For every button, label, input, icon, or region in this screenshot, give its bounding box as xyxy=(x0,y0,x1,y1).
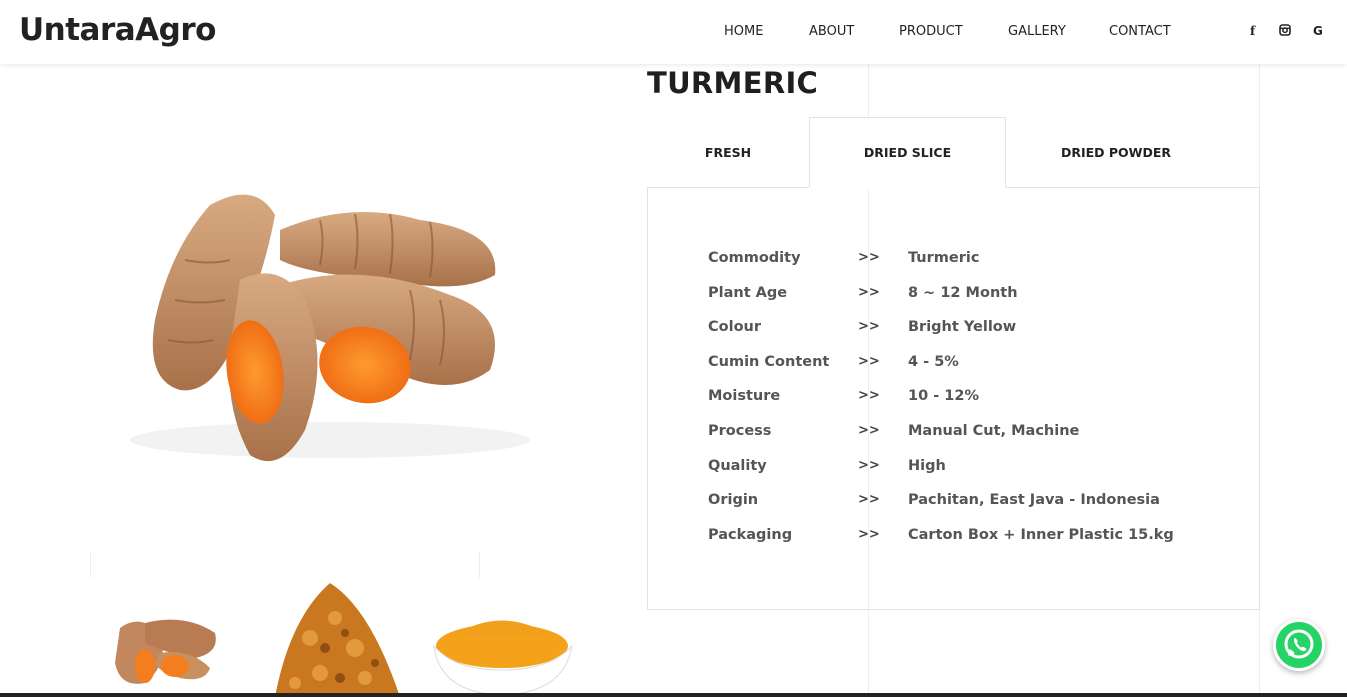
nav-about[interactable]: ABOUT xyxy=(809,24,854,39)
spec-label: Origin xyxy=(708,492,759,508)
spec-label: Packaging xyxy=(708,527,793,543)
image-divider xyxy=(479,552,480,578)
spec-separator: >> xyxy=(858,354,880,369)
tab-dried-powder[interactable]: DRIED POWDER xyxy=(1006,117,1226,188)
spec-value: Bright Yellow xyxy=(908,319,1017,335)
nav-product[interactable]: PRODUCT xyxy=(899,24,963,39)
footer-edge xyxy=(0,693,1347,697)
spec-label: Colour xyxy=(708,319,762,335)
spec-panel: Commodity >> Turmeric Plant Age >> 8 ~ 1… xyxy=(647,187,1260,610)
spec-separator: >> xyxy=(858,458,880,473)
tab-fresh[interactable]: FRESH xyxy=(647,117,809,188)
spec-label: Process xyxy=(708,423,772,439)
site-header: UntaraAgro HOME ABOUT PRODUCT GALLERY CO… xyxy=(0,0,1347,64)
spec-separator: >> xyxy=(858,423,880,438)
spec-label: Plant Age xyxy=(708,285,788,301)
google-icon[interactable]: G xyxy=(1313,24,1323,38)
spec-separator: >> xyxy=(858,527,880,542)
tab-dried-slice[interactable]: DRIED SLICE xyxy=(809,117,1006,188)
instagram-icon[interactable] xyxy=(1279,24,1291,39)
spec-value: Carton Box + Inner Plastic 15.kg xyxy=(908,527,1174,543)
spec-separator: >> xyxy=(858,285,880,300)
spec-separator: >> xyxy=(858,388,880,403)
product-title: TURMERIC xyxy=(647,66,819,100)
nav-contact[interactable]: CONTACT xyxy=(1109,24,1171,39)
thumbnail-dried-powder[interactable] xyxy=(430,578,578,697)
thumbnail-dried-slice[interactable] xyxy=(260,578,408,697)
nav-home[interactable]: HOME xyxy=(724,24,763,39)
whatsapp-icon[interactable] xyxy=(1273,619,1325,671)
spec-separator: >> xyxy=(858,250,880,265)
spec-separator: >> xyxy=(858,492,880,507)
thumbnail-fresh[interactable] xyxy=(90,578,238,697)
product-main-image[interactable] xyxy=(90,110,570,550)
spec-value: Turmeric xyxy=(908,250,980,266)
image-divider xyxy=(90,552,91,578)
spec-value: Pachitan, East Java - Indonesia xyxy=(908,492,1160,508)
spec-label: Moisture xyxy=(708,388,781,404)
spec-value: 10 - 12% xyxy=(908,388,979,404)
spec-value: Manual Cut, Machine xyxy=(908,423,1080,439)
spec-value: 4 - 5% xyxy=(908,354,959,370)
nav-gallery[interactable]: GALLERY xyxy=(1008,24,1066,39)
facebook-icon[interactable]: f xyxy=(1250,24,1255,38)
spec-label: Cumin Content xyxy=(708,354,830,370)
spec-label: Quality xyxy=(708,458,767,474)
spec-value: 8 ~ 12 Month xyxy=(908,285,1018,301)
spec-value: High xyxy=(908,458,946,474)
site-logo[interactable]: UntaraAgro xyxy=(19,12,216,48)
spec-separator: >> xyxy=(858,319,880,334)
spec-label: Commodity xyxy=(708,250,801,266)
